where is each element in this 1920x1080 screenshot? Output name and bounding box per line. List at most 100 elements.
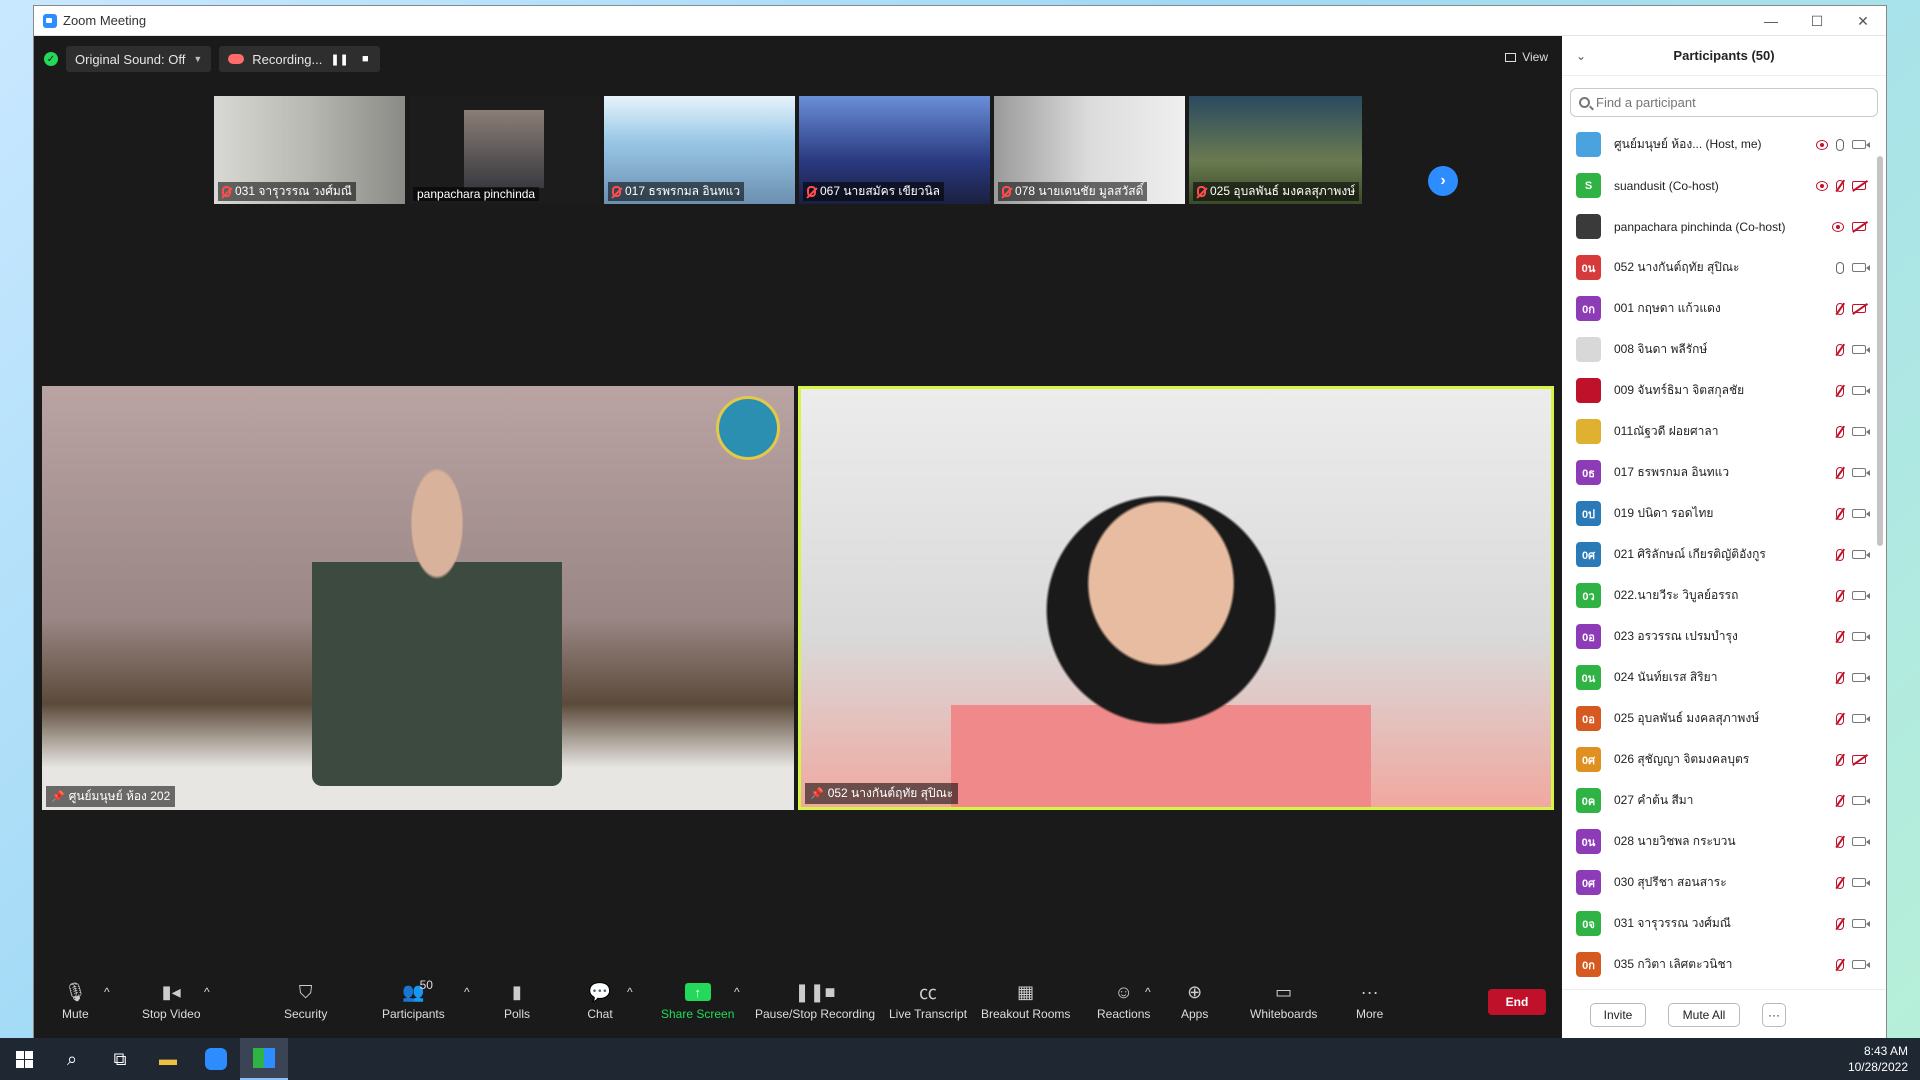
breakout-rooms-button[interactable]: ▦ Breakout Rooms [981, 980, 1070, 1022]
video-thumbnail[interactable]: panpachara pinchinda [409, 96, 604, 204]
participant-row[interactable]: 0อ 025 อุบลพันธ์ มงคลสุภาพงษ์ [1562, 698, 1872, 739]
camera-icon[interactable] [1852, 386, 1870, 395]
microphone-muted-icon[interactable] [1836, 630, 1844, 643]
active-speaker-tile[interactable]: 📌 052 นางกันต์ฤทัย สุปิณะ [798, 386, 1554, 810]
participant-row[interactable]: ศูนย์มนุษย์ ห้อง... (Host, me) [1562, 124, 1872, 165]
participant-row[interactable]: 0ป 019 ปนิดา รอดไทย [1562, 493, 1872, 534]
participant-row[interactable]: 0ก 035 กวิตา เลิศตะวนิชา [1562, 944, 1872, 979]
participant-row[interactable]: 009 จันทร์ธิมา จิตสกุลชัย [1562, 370, 1872, 411]
mute-button[interactable]: 🎙 Mute [62, 980, 89, 1022]
chevron-down-icon[interactable]: ▼ [193, 54, 202, 64]
pause-icon[interactable]: ❚❚ [330, 53, 348, 66]
more-options-button[interactable]: ··· [1762, 1002, 1786, 1027]
participant-row[interactable]: 0น 024 นันท์ยเรส สิริยา [1562, 657, 1872, 698]
share-screen-button[interactable]: ↑ Share Screen [661, 980, 734, 1021]
start-button[interactable] [0, 1038, 48, 1080]
microphone-muted-icon[interactable] [1836, 466, 1844, 479]
camera-icon[interactable] [1852, 837, 1870, 846]
video-thumbnail[interactable]: 025 อุบลพันธ์ มงคลสุภาพงษ์ [1189, 96, 1366, 204]
microphone-muted-icon[interactable] [1836, 343, 1844, 356]
microphone-icon[interactable] [1836, 261, 1844, 274]
video-options-caret-icon[interactable]: ^ [204, 985, 210, 999]
live-transcript-button[interactable]: ㏄ Live Transcript [889, 980, 967, 1021]
close-button[interactable]: ✕ [1840, 6, 1886, 36]
microphone-muted-icon[interactable] [1836, 958, 1844, 971]
video-thumbnail[interactable]: 031 จารุวรรณ วงศ์มณี [214, 96, 409, 204]
participant-row[interactable]: 0อ 023 อรวรรณ เปรมบำรุง [1562, 616, 1872, 657]
camera-off-icon[interactable] [1852, 304, 1866, 313]
microphone-muted-icon[interactable] [1836, 712, 1844, 725]
microphone-muted-icon[interactable] [1836, 671, 1844, 684]
video-thumbnail[interactable]: 078 นายเดนชัย มูลสวัสดิ์ [994, 96, 1189, 204]
microphone-muted-icon[interactable] [1836, 384, 1844, 397]
camera-off-icon[interactable] [1852, 755, 1866, 764]
participant-row[interactable]: 0ศ 021 ศิริลักษณ์ เกียรติญัติอังกูร [1562, 534, 1872, 575]
minimize-button[interactable]: — [1748, 6, 1794, 36]
active-app-icon[interactable] [240, 1038, 288, 1080]
participant-row[interactable]: 0น 028 นายวิชพล กระบวน [1562, 821, 1872, 862]
mute-all-button[interactable]: Mute All [1668, 1002, 1740, 1027]
participant-row[interactable]: panpachara pinchinda (Co-host) [1562, 206, 1872, 247]
camera-icon[interactable] [1852, 960, 1870, 969]
microphone-icon[interactable] [1836, 138, 1844, 151]
reactions-options-caret-icon[interactable]: ^ [1145, 985, 1151, 999]
apps-button[interactable]: ⊕ Apps [1181, 980, 1208, 1022]
main-video-tile[interactable]: 📌 ศูนย์มนุษย์ ห้อง 202 [42, 386, 794, 810]
mute-options-caret-icon[interactable]: ^ [104, 985, 110, 999]
participant-list-scrollbar[interactable] [1877, 156, 1883, 546]
search-input[interactable] [1596, 95, 1836, 110]
microphone-muted-icon[interactable] [1836, 425, 1844, 438]
stop-video-button[interactable]: ▮◂ Stop Video [142, 980, 201, 1022]
participant-row[interactable]: 0ก 001 กฤษดา แก้วแดง [1562, 288, 1872, 329]
microphone-muted-icon[interactable] [1836, 548, 1844, 561]
system-clock[interactable]: 8:43 AM 10/28/2022 [1848, 1043, 1908, 1075]
camera-icon[interactable] [1852, 550, 1870, 559]
camera-icon[interactable] [1852, 468, 1870, 477]
participant-row[interactable]: 0ศ 030 สุปรีชา สอนสาระ [1562, 862, 1872, 903]
chat-options-caret-icon[interactable]: ^ [627, 985, 633, 999]
camera-icon[interactable] [1852, 919, 1870, 928]
participants-options-caret-icon[interactable]: ^ [464, 985, 470, 999]
next-page-button[interactable]: › [1428, 166, 1458, 196]
polls-button[interactable]: ▮ Polls [504, 980, 530, 1022]
participant-row[interactable]: 0น 052 นางกันต์ฤทัย สุปิณะ [1562, 247, 1872, 288]
camera-icon[interactable] [1852, 796, 1870, 805]
stop-icon[interactable]: ■ [356, 53, 374, 65]
camera-icon[interactable] [1852, 263, 1870, 272]
camera-off-icon[interactable] [1852, 181, 1866, 190]
participant-search[interactable] [1570, 88, 1878, 117]
participant-row[interactable]: 011ณัฐวดี ฝอยศาลา [1562, 411, 1872, 452]
invite-button[interactable]: Invite [1590, 1002, 1646, 1027]
participant-row[interactable]: Ssuandusit (Co-host) [1562, 165, 1872, 206]
microphone-muted-icon[interactable] [1836, 302, 1844, 315]
camera-icon[interactable] [1852, 140, 1870, 149]
original-sound-button[interactable]: Original Sound: Off ▼ [66, 46, 212, 72]
microphone-muted-icon[interactable] [1836, 753, 1844, 766]
microphone-muted-icon[interactable] [1836, 917, 1844, 930]
task-view-icon[interactable]: ⧉ [96, 1038, 144, 1080]
camera-off-icon[interactable] [1852, 222, 1866, 231]
zoom-taskbar-icon[interactable] [192, 1038, 240, 1080]
camera-icon[interactable] [1852, 345, 1870, 354]
maximize-button[interactable]: ☐ [1794, 6, 1840, 36]
camera-icon[interactable] [1852, 591, 1870, 600]
participant-row[interactable]: 0ค 027 คำต้น สีมา [1562, 780, 1872, 821]
microphone-muted-icon[interactable] [1836, 179, 1844, 192]
video-thumbnail[interactable]: 067 นายสมัคร เขียวนิล [799, 96, 994, 204]
file-explorer-icon[interactable]: ▬ [144, 1038, 192, 1080]
participant-row[interactable]: 008 จินดา พลีรักษ์ [1562, 329, 1872, 370]
encryption-shield-icon[interactable]: ✓ [44, 52, 58, 66]
security-button[interactable]: ⛉ Security [284, 980, 327, 1022]
participant-row[interactable]: 0จ 031 จารุวรรณ วงศ์มณี [1562, 903, 1872, 944]
participant-row[interactable]: 0ว 022.นายวีระ วิบูลย์อรรถ [1562, 575, 1872, 616]
microphone-muted-icon[interactable] [1836, 835, 1844, 848]
microphone-muted-icon[interactable] [1836, 794, 1844, 807]
microphone-muted-icon[interactable] [1836, 876, 1844, 889]
participant-row[interactable]: 0ศ 026 สุชัญญา จิตมงคลบุตร [1562, 739, 1872, 780]
view-button[interactable]: View [1505, 50, 1548, 64]
search-icon[interactable]: ⌕ [48, 1038, 96, 1080]
camera-icon[interactable] [1852, 632, 1870, 641]
video-thumbnail[interactable]: 017 ธรพรกมล อินทแว [604, 96, 799, 204]
camera-icon[interactable] [1852, 878, 1870, 887]
reactions-button[interactable]: ☺ Reactions [1097, 980, 1150, 1022]
